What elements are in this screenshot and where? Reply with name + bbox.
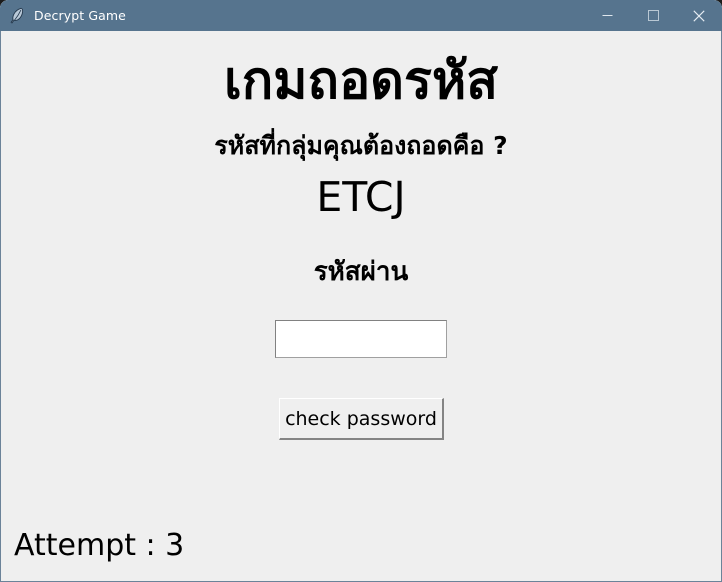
minimize-button[interactable] xyxy=(584,0,630,31)
attempt-counter: Attempt : 3 xyxy=(14,528,185,563)
puzzle-prompt: รหัสที่กลุ่มคุณต้องถอดคือ ? xyxy=(214,131,508,160)
password-label: รหัสผ่าน xyxy=(313,257,409,287)
password-input[interactable] xyxy=(275,320,447,358)
minimize-icon xyxy=(602,15,612,16)
cipher-code: ETCJ xyxy=(316,173,406,221)
app-window: Decrypt Game เกมถอดรหัส รหัสที่กลุ่มคุณต… xyxy=(0,0,722,582)
maximize-button[interactable] xyxy=(630,0,676,31)
client-area: เกมถอดรหัส รหัสที่กลุ่มคุณต้องถอดคือ ? E… xyxy=(0,31,722,582)
title-bar[interactable]: Decrypt Game xyxy=(0,0,722,31)
page-title: เกมถอดรหัส xyxy=(224,51,498,111)
close-button[interactable] xyxy=(676,0,722,31)
window-title: Decrypt Game xyxy=(34,8,126,23)
feather-icon xyxy=(10,7,24,24)
close-icon xyxy=(693,9,705,22)
maximize-icon xyxy=(647,10,659,21)
check-password-button[interactable]: check password xyxy=(279,398,444,440)
